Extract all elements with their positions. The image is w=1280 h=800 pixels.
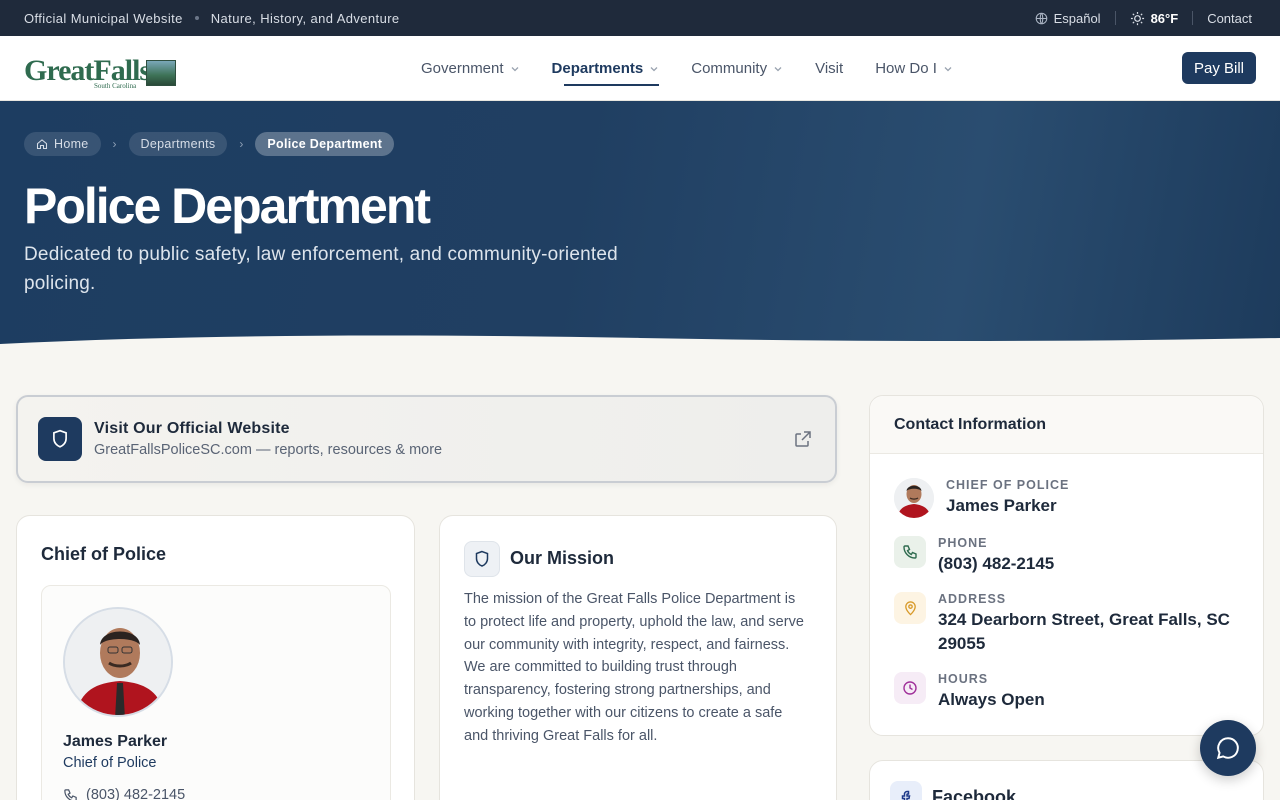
contact-title: Contact Information [870, 396, 1263, 454]
shield-icon [53, 429, 67, 448]
mission-title: Our Mission [510, 548, 615, 568]
map-pin-icon-badge [894, 592, 926, 624]
nav-item-how-do-i[interactable]: How Do I [875, 36, 953, 101]
chief-name: James Parker [63, 733, 168, 750]
utility-bar: Official Municipal Website Nature, Histo… [0, 0, 1280, 36]
breadcrumb-label: Departments [140, 137, 216, 151]
contact-row-address: ADDRESS 324 Dearborn Street, Great Falls… [894, 592, 1244, 656]
facebook-icon [901, 790, 911, 800]
map-pin-icon [904, 601, 916, 616]
nav-label: Government [421, 60, 504, 77]
page-lead: Dedicated to public safety, law enforcem… [24, 244, 618, 294]
chat-bubble-icon [1216, 737, 1239, 760]
contact-row-phone[interactable]: PHONE (803) 482-2145 [894, 536, 1054, 576]
chevron-down-icon [650, 66, 658, 71]
website-card-title: Visit Our Official Website [94, 420, 290, 437]
mission-body: The mission of the Great Falls Police De… [464, 591, 804, 744]
nav-label: Departments [551, 60, 644, 77]
contact-label: CHIEF OF POLICE [946, 478, 1070, 492]
weather-widget: 86°F [1116, 11, 1193, 26]
nav-item-departments[interactable]: Departments [552, 36, 660, 101]
chat-button[interactable] [1200, 720, 1256, 776]
contact-value: Always Open [938, 690, 1045, 709]
contact-info-card: Contact Information CHIEF OF POLICE Jame… [869, 395, 1264, 736]
contact-value: (803) 482-2145 [938, 554, 1055, 573]
chevron-right-icon: › [112, 137, 117, 151]
nav-label: How Do I [875, 60, 937, 77]
breadcrumb: Home › Departments › Police Department [24, 132, 395, 156]
phone-icon [64, 788, 77, 800]
wave-divider [0, 335, 1280, 346]
page-title: Police Department [24, 178, 431, 234]
separator-dot [194, 16, 199, 20]
chief-profile: James Parker Chief of Police (803) 482-2… [41, 585, 391, 800]
site-header: GreatFalls South Carolina Government Depa… [0, 36, 1280, 101]
city-logo[interactable]: GreatFalls South Carolina [24, 50, 176, 90]
temperature: 86°F [1150, 10, 1179, 26]
globe-icon [1035, 12, 1047, 24]
clock-icon [903, 681, 917, 695]
phone-icon-badge [894, 536, 926, 568]
contact-link[interactable]: Contact [1193, 11, 1256, 26]
breadcrumb-departments[interactable]: Departments [128, 132, 228, 156]
hero-banner: Home › Departments › Police Department P… [0, 101, 1280, 346]
shield-icon-badge [38, 417, 82, 461]
contact-label: HOURS [938, 672, 989, 686]
breadcrumb-label: Home [54, 137, 89, 151]
nav-item-government[interactable]: Government [421, 36, 520, 101]
contact-row-chief: CHIEF OF POLICE James Parker [894, 478, 1069, 518]
contact-value: James Parker [946, 496, 1057, 515]
chief-phone[interactable]: (803) 482-2145 [63, 787, 185, 800]
contact-label: ADDRESS [938, 592, 1007, 606]
chevron-down-icon [944, 66, 952, 71]
sun-icon [1130, 11, 1144, 25]
pay-bill-button[interactable]: Pay Bill [1181, 52, 1256, 84]
main-nav: Government Departments Community Visit How D… [421, 36, 985, 101]
nav-label: Visit [815, 60, 844, 77]
external-link-icon [795, 431, 811, 447]
phone-icon [903, 545, 917, 559]
chief-phone-number: (803) 482-2145 [86, 787, 186, 800]
nav-item-visit[interactable]: Visit [815, 36, 843, 101]
breadcrumb-home[interactable]: Home [24, 132, 101, 156]
official-site-text: Official Municipal Website [24, 10, 183, 26]
chevron-down-icon [511, 66, 519, 71]
chief-role: Chief of Police [63, 755, 157, 771]
contact-label: Contact [1207, 10, 1252, 26]
chief-avatar [894, 478, 934, 518]
shield-icon-badge [464, 541, 500, 577]
chevron-down-icon [774, 66, 782, 71]
chevron-right-icon: › [239, 137, 244, 151]
facebook-title: Facebook [932, 787, 1017, 800]
mission-card: Our Mission The mission of the Great Fal… [439, 515, 837, 800]
clock-icon-badge [894, 672, 926, 704]
logo-landscape-icon [146, 60, 176, 86]
contact-value: 324 Dearborn Street, Great Falls, SC 290… [938, 610, 1230, 653]
contact-row-hours: HOURS Always Open [894, 672, 1045, 712]
facebook-card: Facebook [869, 760, 1264, 800]
logo-subtitle: South Carolina [94, 82, 137, 90]
breadcrumb-label: Police Department [267, 137, 383, 151]
nav-item-community[interactable]: Community [691, 36, 783, 101]
website-card-subtitle: GreatFallsPoliceSC.com — reports, resour… [94, 442, 443, 458]
tagline-text: Nature, History, and Adventure [210, 10, 400, 26]
official-website-card[interactable]: Visit Our Official Website GreatFallsPol… [16, 395, 837, 483]
chief-card: Chief of Police James Parker Chief of Po… [16, 515, 415, 800]
facebook-icon-badge [890, 781, 922, 800]
breadcrumb-current: Police Department [255, 132, 395, 156]
shield-icon [475, 550, 489, 567]
nav-label: Community [691, 60, 768, 77]
chief-photo [63, 607, 173, 717]
language-link[interactable]: Español [1021, 11, 1115, 26]
chief-section-title: Chief of Police [41, 544, 167, 564]
contact-label: PHONE [938, 536, 988, 550]
home-icon [36, 139, 48, 150]
language-label: Español [1053, 10, 1101, 26]
